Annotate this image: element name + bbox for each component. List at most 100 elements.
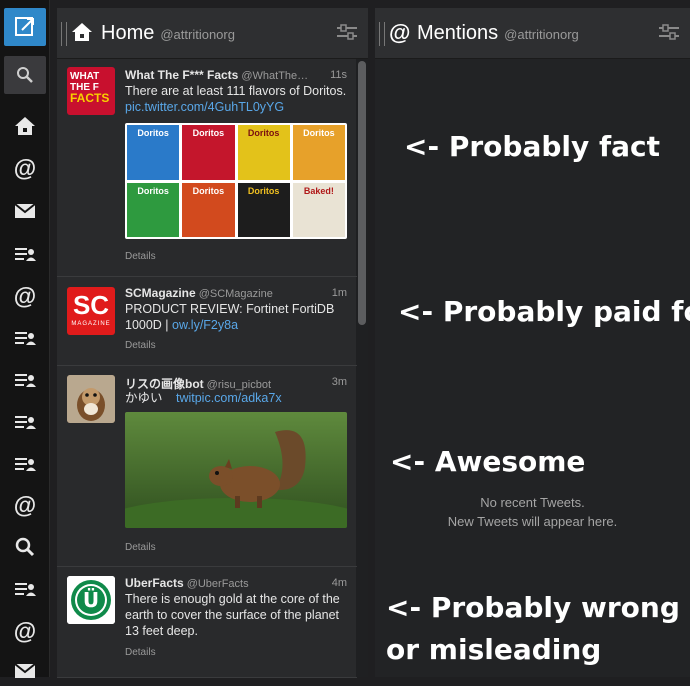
chip-bag: Doritos <box>237 125 290 180</box>
home-column: 1 Home@attritionorg <box>57 8 368 678</box>
column-title: Mentions @attritionorg <box>417 22 579 45</box>
avatar[interactable]: Ü <box>67 576 115 624</box>
author-name: リスの画像bot <box>125 377 204 391</box>
tweet-time[interactable]: 11s <box>330 69 347 81</box>
avatar[interactable] <box>67 375 115 423</box>
avatar[interactable]: SC MAGAZINE <box>67 287 115 335</box>
chip-bag: Doritos <box>237 182 290 237</box>
tweet-details-link[interactable]: Details <box>125 340 156 351</box>
mentions-column: 2 @ Mentions@attritionorg No recent Twee… <box>375 8 690 677</box>
column-title-text: Home <box>101 22 155 44</box>
tweet-time[interactable]: 4m <box>332 577 347 589</box>
avatar-subtext: MAGAZINE <box>71 321 111 327</box>
avatar[interactable]: WHAT THE F FACTS <box>67 67 115 115</box>
list-column-button[interactable] <box>4 365 46 395</box>
uberfacts-logo: Ü <box>67 576 115 624</box>
search-column-button[interactable] <box>4 532 46 562</box>
tweet-item[interactable]: リスの画像bot @risu_picbot 3m かゆい twitpic.com/… <box>57 366 357 567</box>
column-header[interactable]: @ Mentions @attritionorg <box>375 8 690 59</box>
list-icon <box>15 374 36 387</box>
tweet-text: There is enough gold at the core of the … <box>125 592 340 638</box>
messages-column-button[interactable] <box>4 656 46 686</box>
tweet-details-link[interactable]: Details <box>125 542 156 553</box>
scrollbar-thumb[interactable] <box>358 61 366 325</box>
tweet-item[interactable]: SC MAGAZINE SCMagazine @SCMagazine 1m PRO… <box>57 277 357 366</box>
tweet-author[interactable]: UberFacts @UberFacts <box>125 576 249 590</box>
list-column-button[interactable] <box>4 323 46 353</box>
message-icon <box>14 203 36 218</box>
list-icon <box>15 458 36 471</box>
tweet-details-link[interactable]: Details <box>125 647 156 658</box>
tweet-text: There are at least 111 flavors of Dorito… <box>125 83 347 115</box>
search-button[interactable] <box>4 56 46 94</box>
annotation-label: <- Awesome <box>390 445 586 478</box>
column-settings-icon[interactable] <box>658 24 680 45</box>
chipmunk-photo <box>67 375 115 423</box>
at-icon: @ <box>13 154 37 181</box>
author-name: UberFacts <box>125 576 184 590</box>
tweet-details-link[interactable]: Details <box>125 251 156 262</box>
list-column-button[interactable] <box>4 239 46 269</box>
author-name: What The F*** Facts <box>125 68 239 82</box>
chip-bag: Doritos <box>127 182 180 237</box>
list-icon <box>15 332 36 345</box>
annotation-label: <- Probably wrong <box>386 591 680 624</box>
mentions-column-button[interactable]: @ <box>4 616 46 646</box>
tweet-author[interactable]: What The F*** Facts @WhatThe… <box>125 68 308 82</box>
annotation-label: <- Probably paid for <box>398 295 690 328</box>
annotation-label: or misleading <box>386 633 602 666</box>
at-icon: @ <box>13 617 37 644</box>
home-column-button[interactable] <box>4 111 46 141</box>
tweet-link[interactable]: twitpic.com/adka7x <box>176 391 282 405</box>
at-glyph: @ <box>389 20 411 45</box>
list-column-button[interactable] <box>4 407 46 437</box>
empty-state-line: No recent Tweets. <box>480 495 585 510</box>
tweet-time[interactable]: 3m <box>332 376 347 388</box>
tweet-text: PRODUCT REVIEW: Fortinet FortiDB 1000D |… <box>125 301 347 333</box>
avatar-line: FACTS <box>70 91 110 105</box>
list-column-button[interactable] <box>4 449 46 479</box>
navigation-rail: @ @ @ @ <box>0 0 50 678</box>
list-icon <box>15 248 36 261</box>
tweet-text: かゆい twitpic.com/adka7x <box>125 390 347 406</box>
tweet-item[interactable]: WHAT THE F FACTS What The F*** Facts @Wha… <box>57 59 357 277</box>
column-settings-icon[interactable] <box>336 24 358 45</box>
list-icon <box>15 416 36 429</box>
tweet-author[interactable]: SCMagazine @SCMagazine <box>125 286 273 300</box>
chip-bag: Doritos <box>182 182 235 237</box>
home-timeline[interactable]: WHAT THE F FACTS What The F*** Facts @Wha… <box>57 59 368 678</box>
at-icon: @ <box>13 282 37 309</box>
avatar-line: WHAT <box>70 71 100 82</box>
messages-column-button[interactable] <box>4 196 46 226</box>
column-header[interactable]: Home @attritionorg <box>57 8 368 59</box>
tweet-media-image[interactable]: Doritos Doritos Doritos Doritos Doritos … <box>125 123 347 239</box>
compose-icon <box>15 17 34 36</box>
list-column-button[interactable] <box>4 574 46 604</box>
drag-handle-icon[interactable] <box>379 22 385 46</box>
tweet-media-image[interactable] <box>125 412 347 528</box>
tweet-link[interactable]: ow.ly/F2y8a <box>172 318 238 332</box>
tweet-time[interactable]: 1m <box>332 287 347 299</box>
drag-handle-icon[interactable] <box>61 22 67 46</box>
list-icon <box>15 583 36 596</box>
search-icon <box>15 537 35 557</box>
at-icon: @ <box>13 491 37 518</box>
column-handle: @attritionorg <box>160 27 235 42</box>
compose-button[interactable] <box>4 8 46 46</box>
tweet-item[interactable]: Ü UberFacts @UberFacts 4m There is enough… <box>57 567 357 678</box>
column-title-text: Mentions <box>417 22 499 44</box>
tweet-link[interactable]: pic.twitter.com/4GuhTL0yYG <box>125 100 284 114</box>
svg-text:Ü: Ü <box>83 588 99 612</box>
squirrel-photo <box>125 412 347 528</box>
chip-bag: Doritos <box>292 125 345 180</box>
chip-bag: Doritos <box>127 125 180 180</box>
mentions-column-button[interactable]: @ <box>4 153 46 183</box>
mentions-column-button[interactable]: @ <box>4 490 46 520</box>
empty-state-message: No recent Tweets. New Tweets will appear… <box>375 493 690 531</box>
mentions-column-button[interactable]: @ <box>4 281 46 311</box>
author-handle: @WhatThe… <box>241 70 309 82</box>
chip-bag: Baked! <box>292 182 345 237</box>
tweet-body: There are at least 111 flavors of Dorito… <box>125 84 347 98</box>
empty-state-line: New Tweets will appear here. <box>447 514 618 529</box>
home-icon <box>71 22 93 47</box>
